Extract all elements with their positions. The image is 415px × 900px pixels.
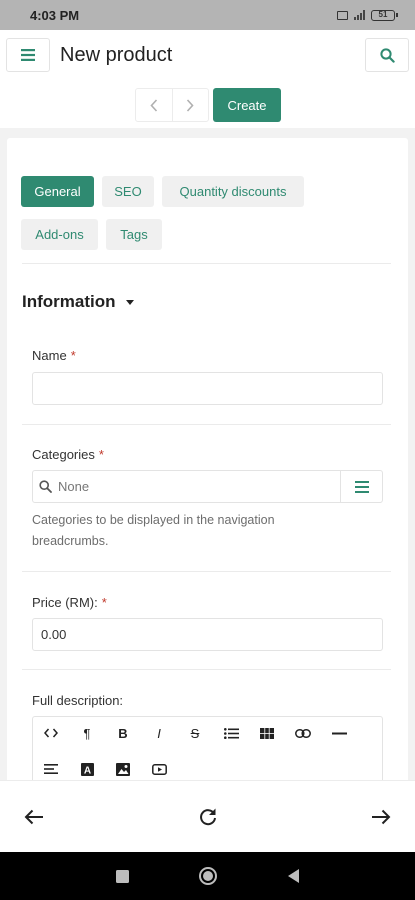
- app-header: New product: [0, 30, 415, 80]
- categories-picker-button[interactable]: [340, 471, 382, 502]
- home-button[interactable]: [198, 866, 218, 886]
- image-icon[interactable]: [109, 755, 137, 780]
- align-icon[interactable]: [37, 755, 65, 780]
- forward-button[interactable]: [365, 801, 397, 833]
- status-bar: 4:03 PM 51: [0, 0, 415, 30]
- page-title: New product: [60, 44, 173, 66]
- status-time: 4:03 PM: [30, 7, 80, 23]
- content-area: General SEO Quantity discounts Add-ons T…: [0, 128, 415, 780]
- required-mark: *: [98, 447, 104, 462]
- search-icon: [39, 480, 52, 493]
- battery-icon: 51: [371, 9, 398, 21]
- video-icon[interactable]: [145, 755, 173, 780]
- tab-tags[interactable]: Tags: [106, 219, 162, 250]
- tab-general[interactable]: General: [21, 176, 94, 207]
- required-mark: *: [70, 348, 76, 363]
- tab-add-ons[interactable]: Add-ons: [21, 219, 98, 250]
- recents-button[interactable]: [112, 866, 132, 886]
- system-navigation-bar: [0, 852, 415, 900]
- create-button[interactable]: Create: [213, 88, 281, 122]
- rich-text-editor: ¶ B I S A: [32, 716, 383, 780]
- list-icon: [354, 480, 369, 493]
- circle-icon: [199, 867, 217, 885]
- search-button[interactable]: [365, 38, 409, 72]
- strikethrough-icon[interactable]: S: [181, 719, 209, 747]
- horizontal-rule-icon[interactable]: [325, 719, 353, 747]
- reload-button[interactable]: [192, 801, 224, 833]
- categories-help-text: Categories to be displayed in the naviga…: [32, 513, 275, 548]
- action-toolbar: Create: [0, 80, 415, 128]
- name-label: Name *: [32, 348, 76, 363]
- required-mark: *: [101, 595, 107, 610]
- categories-search-input[interactable]: None: [33, 471, 340, 502]
- categories-label-text: Categories: [32, 447, 95, 462]
- next-button[interactable]: [171, 89, 209, 121]
- chevron-right-icon: [187, 98, 194, 112]
- categories-placeholder: None: [58, 479, 90, 494]
- categories-label: Categories *: [32, 447, 104, 462]
- tab-seo[interactable]: SEO: [102, 176, 154, 207]
- refresh-icon: [200, 808, 216, 826]
- italic-icon[interactable]: I: [145, 719, 173, 747]
- browser-nav-bar: [0, 780, 415, 852]
- code-view-icon[interactable]: [37, 719, 65, 747]
- price-label: Price (RM): *: [32, 595, 107, 610]
- section-title: Information: [22, 292, 116, 311]
- price-label-text: Price (RM):: [32, 595, 98, 610]
- divider: [22, 263, 391, 264]
- arrow-left-icon: [24, 809, 43, 825]
- font-color-icon[interactable]: A: [73, 755, 101, 780]
- categories-field: None: [32, 470, 383, 503]
- status-icons: 51: [337, 9, 398, 21]
- chevron-left-icon: [150, 98, 157, 112]
- section-toggle-information[interactable]: Information: [22, 292, 134, 312]
- search-icon: [379, 47, 395, 63]
- arrow-right-icon: [372, 809, 391, 825]
- link-icon[interactable]: [289, 719, 317, 747]
- triangle-back-icon: [287, 869, 299, 883]
- system-back-button[interactable]: [283, 866, 303, 886]
- record-navigation: [135, 88, 209, 122]
- previous-button[interactable]: [136, 89, 172, 121]
- sim-icon: [337, 10, 348, 20]
- tab-quantity-discounts[interactable]: Quantity discounts: [162, 176, 304, 207]
- full-description-label: Full description:: [32, 693, 124, 708]
- name-label-text: Name: [32, 348, 67, 363]
- hamburger-icon: [21, 49, 35, 61]
- signal-icon: [354, 10, 365, 20]
- menu-button[interactable]: [6, 38, 50, 72]
- table-icon[interactable]: [253, 719, 281, 747]
- divider: [22, 424, 391, 425]
- back-button[interactable]: [18, 801, 50, 833]
- bulleted-list-icon[interactable]: [217, 719, 245, 747]
- divider: [22, 669, 391, 670]
- paragraph-icon[interactable]: ¶: [73, 719, 101, 747]
- product-form-card: General SEO Quantity discounts Add-ons T…: [7, 138, 408, 780]
- divider: [22, 571, 391, 572]
- price-input[interactable]: 0.00: [32, 618, 383, 651]
- name-input[interactable]: [32, 372, 383, 405]
- svg-text:A: A: [83, 765, 90, 776]
- bold-icon[interactable]: B: [109, 719, 137, 747]
- square-icon: [115, 869, 129, 883]
- caret-down-icon: [125, 299, 134, 305]
